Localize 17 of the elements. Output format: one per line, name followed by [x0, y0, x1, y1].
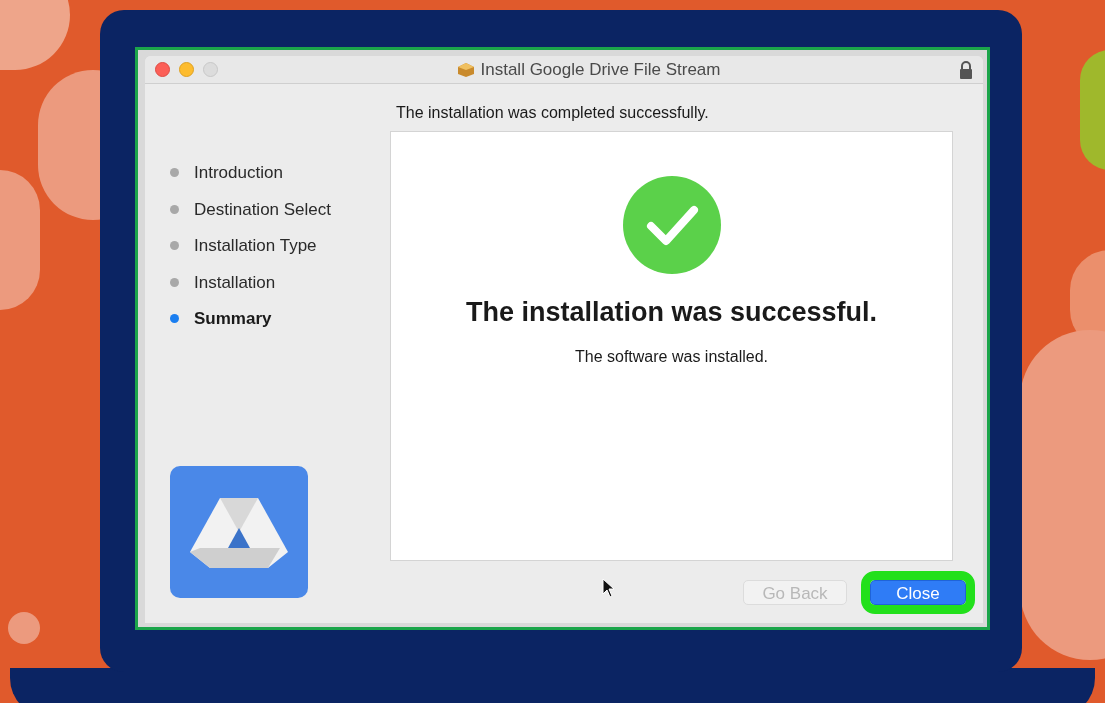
checkmark-icon: [622, 176, 721, 274]
zoom-button[interactable]: [203, 62, 218, 77]
mouse-pointer-icon: [602, 578, 616, 598]
step-label: Installation: [194, 271, 276, 294]
lock-icon: [959, 60, 973, 79]
window-title: Install Google Drive File Stream: [480, 58, 721, 81]
result-message: The software was installed.: [575, 346, 768, 367]
step-label: Summary: [194, 308, 272, 330]
minimize-button[interactable]: [179, 62, 194, 77]
step-label: Introduction: [194, 162, 283, 184]
status-heading: The installation was completed successfully.: [395, 103, 710, 123]
step-label: Installation Type: [194, 235, 317, 257]
package-icon: [456, 61, 475, 78]
close-window-button[interactable]: [155, 62, 170, 77]
drive-app-icon: [170, 466, 308, 598]
step-label: Destination Select: [194, 198, 332, 221]
result-title: The installation was successful.: [465, 296, 878, 329]
